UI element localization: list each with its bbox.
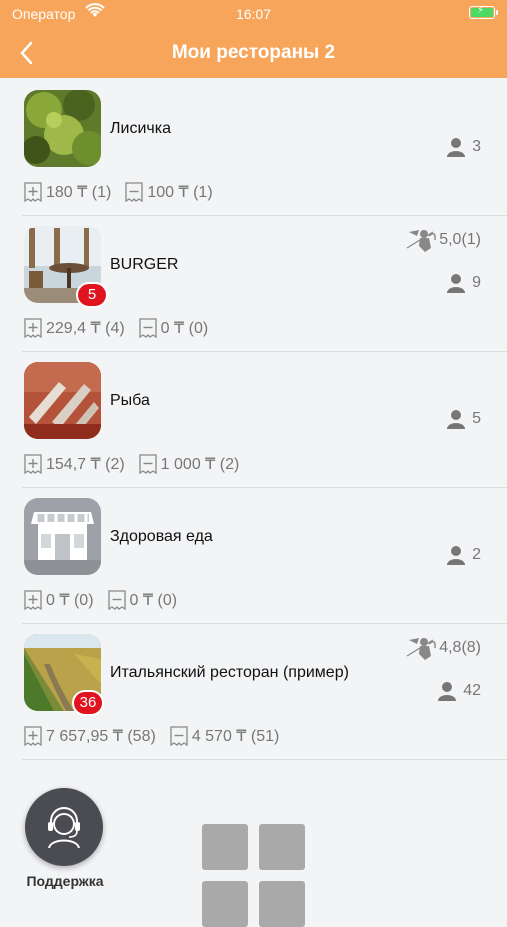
restaurant-list: Лисичка 3 180 ₸ (1) 100 ₸ (1) 5 BURGER 5…	[0, 80, 507, 760]
notification-badge: 36	[72, 690, 104, 716]
restaurant-thumbnail	[24, 498, 101, 575]
status-bar: Оператор 16:07 ⚡	[0, 0, 507, 26]
finance-stats: 0 ₸ (0) 0 ₸ (0)	[24, 590, 191, 610]
guest-count: 3	[446, 137, 481, 157]
receipt-minus-icon	[139, 454, 157, 474]
income-stat: 229,4 ₸ (4)	[24, 318, 125, 338]
income-stat: 180 ₸ (1)	[24, 182, 111, 202]
cupid-icon	[406, 638, 437, 660]
guest-count: 9	[446, 273, 481, 293]
battery-icon: ⚡	[469, 5, 498, 19]
income-stat: 154,7 ₸ (2)	[24, 454, 125, 474]
receipt-plus-icon	[24, 454, 42, 474]
restaurant-row[interactable]: 36 Итальянский ресторан (пример) 4,8(8) …	[22, 624, 507, 760]
expense-stat: 0 ₸ (0)	[139, 318, 208, 338]
rating: 4,8(8)	[405, 634, 481, 662]
receipt-minus-icon	[170, 726, 188, 746]
rating: 5,0(1)	[405, 226, 481, 254]
person-icon	[447, 274, 466, 293]
restaurant-thumbnail	[24, 90, 101, 167]
nav-bar: Мои рестораны 2	[0, 26, 507, 78]
restaurant-name: Рыба	[110, 392, 150, 409]
expense-stat: 4 570 ₸ (51)	[170, 726, 279, 746]
clock: 16:07	[235, 6, 272, 22]
income-stat: 0 ₸ (0)	[24, 590, 94, 610]
receipt-plus-icon	[24, 590, 42, 610]
expense-stat: 1 000 ₸ (2)	[139, 454, 239, 474]
receipt-plus-icon	[24, 726, 42, 746]
grid-menu-icon[interactable]	[202, 824, 306, 927]
finance-stats: 180 ₸ (1) 100 ₸ (1)	[24, 182, 227, 202]
income-stat: 7 657,95 ₸ (58)	[24, 726, 156, 746]
expense-stat: 100 ₸ (1)	[125, 182, 213, 202]
restaurant-name: Здоровая еда	[110, 528, 213, 545]
receipt-minus-icon	[125, 182, 143, 202]
restaurant-name: Итальянский ресторан (пример)	[110, 664, 349, 681]
finance-stats: 229,4 ₸ (4) 0 ₸ (0)	[24, 318, 222, 338]
cupid-icon	[406, 230, 437, 252]
person-icon	[447, 138, 466, 157]
guest-count: 42	[437, 681, 481, 701]
support-button[interactable]	[25, 788, 103, 866]
receipt-minus-icon	[139, 318, 157, 338]
receipt-plus-icon	[24, 318, 42, 338]
person-icon	[438, 682, 457, 701]
restaurant-name: BURGER	[110, 256, 179, 273]
expense-stat: 0 ₸ (0)	[107, 590, 177, 610]
guest-count: 5	[446, 409, 481, 429]
restaurant-row[interactable]: Рыба 5 154,7 ₸ (2) 1 000 ₸ (2)	[22, 352, 507, 488]
storefront-icon	[24, 498, 101, 575]
support-label: Поддержка	[26, 873, 104, 889]
headset-icon	[48, 807, 80, 849]
receipt-plus-icon	[24, 182, 42, 202]
notification-badge: 5	[76, 282, 108, 308]
restaurant-row[interactable]: Здоровая еда 2 0 ₸ (0) 0 ₸ (0)	[22, 488, 507, 624]
finance-stats: 154,7 ₸ (2) 1 000 ₸ (2)	[24, 454, 253, 474]
person-icon	[447, 546, 466, 565]
person-icon	[447, 410, 466, 429]
restaurant-name: Лисичка	[110, 120, 171, 137]
restaurant-row[interactable]: Лисичка 3 180 ₸ (1) 100 ₸ (1)	[22, 80, 507, 216]
restaurant-thumbnail	[24, 362, 101, 439]
restaurant-row[interactable]: 5 BURGER 5,0(1) 9 229,4 ₸ (4) 0 ₸ (0)	[22, 216, 507, 352]
page-title: Мои рестораны 2	[171, 42, 336, 63]
receipt-minus-icon	[107, 590, 126, 610]
finance-stats: 7 657,95 ₸ (58) 4 570 ₸ (51)	[24, 726, 293, 746]
guest-count: 2	[446, 545, 481, 565]
